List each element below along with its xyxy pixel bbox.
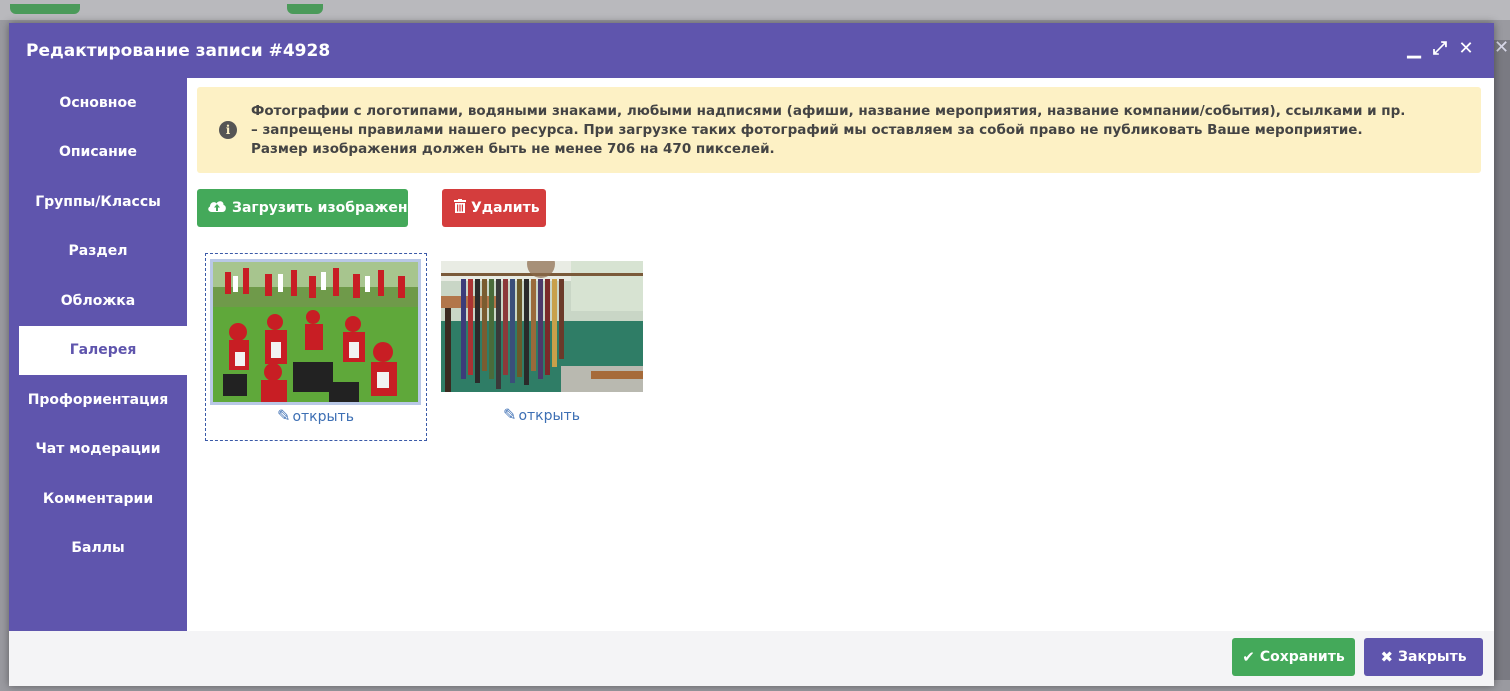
open-link[interactable]: ✎ открыть bbox=[213, 406, 418, 425]
woven-belts-photo[interactable] bbox=[441, 261, 643, 392]
upload-label: Загрузить изображени bbox=[232, 200, 408, 216]
trash-icon bbox=[454, 199, 466, 217]
sidebar-item-label: Раздел bbox=[68, 243, 128, 260]
save-button[interactable]: ✔ Сохранить bbox=[1232, 638, 1355, 676]
close-icon[interactable]: ✕ bbox=[1494, 38, 1510, 58]
cloud-upload-icon bbox=[207, 199, 227, 217]
sidebar-item-points[interactable]: Баллы bbox=[9, 524, 187, 574]
sidebar-item-label: Основное bbox=[59, 94, 137, 111]
expand-icon[interactable]: ⤢ bbox=[1432, 40, 1448, 58]
alert-line: Размер изображения должен быть не менее … bbox=[251, 140, 775, 157]
close-icon[interactable]: ✕ bbox=[1458, 40, 1474, 58]
gallery-panel: i Фотографии с логотипами, водяными знак… bbox=[187, 78, 1494, 631]
background-app-bar bbox=[0, 0, 1510, 20]
sidebar: Основное Описание Группы/Классы Раздел О… bbox=[9, 78, 187, 631]
minimize-icon[interactable]: ▁ bbox=[1406, 40, 1422, 58]
check-icon: ✔ bbox=[1242, 648, 1255, 666]
sidebar-item-label: Обложка bbox=[60, 292, 136, 309]
edit-icon: ✎ bbox=[503, 405, 517, 424]
modal-title: Редактирование записи #4928 bbox=[26, 40, 331, 61]
delete-button[interactable]: Удалить bbox=[442, 189, 546, 227]
open-label: открыть bbox=[292, 409, 354, 425]
sidebar-item-label: Группы/Классы bbox=[35, 193, 161, 210]
warning-alert: i Фотографии с логотипами, водяными знак… bbox=[197, 87, 1481, 173]
gallery-item[interactable]: ✎ открыть bbox=[441, 261, 663, 449]
window-controls: ▁ ⤢ ✕ bbox=[1406, 40, 1474, 58]
sidebar-item-label: Галерея bbox=[69, 342, 137, 359]
gallery-item[interactable]: ✎ открыть bbox=[205, 253, 427, 441]
modal-header: Редактирование записи #4928 ▁ ⤢ ✕ bbox=[9, 23, 1494, 78]
close-button[interactable]: ✖ Закрыть bbox=[1364, 638, 1483, 676]
background-panel bbox=[1494, 40, 1510, 680]
delete-label: Удалить bbox=[471, 200, 540, 216]
sidebar-item-label: Чат модерации bbox=[35, 441, 161, 458]
sidebar-item-description[interactable]: Описание bbox=[9, 128, 187, 178]
alert-line: – запрещены правилами нашего ресурса. Пр… bbox=[251, 121, 1363, 138]
open-label: открыть bbox=[518, 408, 580, 424]
upload-image-button[interactable]: Загрузить изображени bbox=[197, 189, 408, 227]
close-label: Закрыть bbox=[1398, 649, 1467, 665]
close-icon: ✖ bbox=[1380, 648, 1394, 666]
sidebar-item-label: Профориентация bbox=[27, 391, 169, 408]
sidebar-item-gallery[interactable]: Галерея bbox=[19, 325, 187, 375]
background-tab bbox=[287, 4, 323, 14]
sidebar-item-label: Баллы bbox=[71, 540, 125, 557]
alert-line: Фотографии с логотипами, водяными знакам… bbox=[251, 102, 1406, 119]
background-tab bbox=[10, 4, 80, 14]
sidebar-item-label: Комментарии bbox=[42, 490, 154, 507]
open-link[interactable]: ✎ открыть bbox=[439, 405, 644, 424]
sidebar-item-section[interactable]: Раздел bbox=[9, 227, 187, 277]
edit-record-modal: Редактирование записи #4928 ▁ ⤢ ✕ Основн… bbox=[9, 23, 1494, 686]
info-icon: i bbox=[219, 121, 237, 139]
sidebar-item-comments[interactable]: Комментарии bbox=[9, 474, 187, 524]
sidebar-item-career[interactable]: Профориентация bbox=[9, 375, 187, 425]
folk-festival-photo[interactable] bbox=[210, 259, 421, 405]
sidebar-item-label: Описание bbox=[58, 144, 138, 161]
edit-icon: ✎ bbox=[277, 406, 291, 425]
sidebar-item-cover[interactable]: Обложка bbox=[9, 276, 187, 326]
sidebar-item-main[interactable]: Основное bbox=[9, 78, 187, 128]
alert-text: Фотографии с логотипами, водяными знакам… bbox=[251, 102, 1415, 159]
sidebar-item-groups[interactable]: Группы/Классы bbox=[9, 177, 187, 227]
sidebar-item-moderation-chat[interactable]: Чат модерации bbox=[9, 425, 187, 475]
save-label: Сохранить bbox=[1259, 649, 1345, 665]
